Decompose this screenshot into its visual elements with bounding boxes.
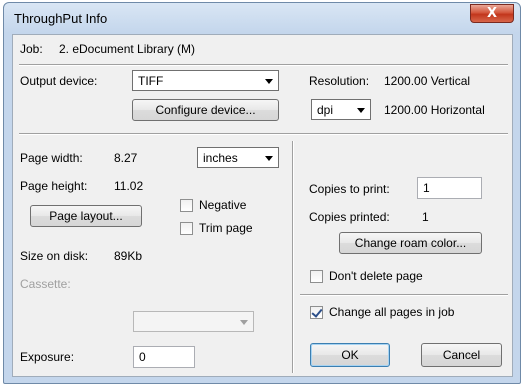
resolution-vertical: 1200.00 Vertical bbox=[384, 74, 471, 88]
size-on-disk-value: 89Kb bbox=[114, 249, 143, 263]
resolution-unit-select[interactable]: dpi bbox=[311, 99, 371, 120]
separator-middle bbox=[19, 133, 508, 135]
chevron-down-icon bbox=[265, 156, 273, 161]
separator-top bbox=[19, 64, 508, 66]
close-icon: X bbox=[486, 6, 498, 21]
copies-to-print-value: 1 bbox=[423, 181, 430, 195]
dialog-body: Job: 2. eDocument Library (M) Output dev… bbox=[12, 34, 513, 377]
window-title: ThroughPut Info bbox=[14, 11, 108, 26]
chevron-down-icon bbox=[357, 108, 365, 113]
configure-device-label: Configure device... bbox=[155, 103, 256, 117]
output-device-label: Output device: bbox=[20, 74, 98, 88]
cassette-label: Cassette: bbox=[20, 277, 71, 291]
exposure-input[interactable]: 0 bbox=[133, 346, 195, 368]
trim-page-label[interactable]: Trim page bbox=[199, 221, 253, 235]
copies-to-print-label: Copies to print: bbox=[309, 182, 390, 196]
exposure-value: 0 bbox=[139, 350, 146, 364]
exposure-label: Exposure: bbox=[20, 350, 75, 364]
throughput-info-dialog: ThroughPut Info X Job: 2. eDocument Libr… bbox=[3, 2, 521, 384]
output-device-value: TIFF bbox=[138, 74, 164, 88]
dont-delete-page-checkbox[interactable] bbox=[310, 270, 323, 283]
title-bar[interactable]: ThroughPut Info X bbox=[4, 3, 520, 33]
change-roam-color-button[interactable]: Change roam color... bbox=[339, 232, 482, 254]
copies-printed-label: Copies printed: bbox=[309, 210, 390, 224]
output-device-select[interactable]: TIFF bbox=[132, 70, 279, 91]
resolution-label: Resolution: bbox=[309, 74, 370, 88]
ok-label: OK bbox=[341, 348, 359, 362]
chevron-down-icon bbox=[265, 79, 273, 84]
dont-delete-page-label[interactable]: Don't delete page bbox=[329, 269, 423, 283]
job-value: 2. eDocument Library (M) bbox=[59, 42, 196, 56]
page-width-label: Page width: bbox=[20, 151, 83, 165]
resolution-horizontal: 1200.00 Horizontal bbox=[384, 103, 485, 117]
copies-printed-value: 1 bbox=[422, 210, 429, 224]
size-on-disk-label: Size on disk: bbox=[20, 249, 89, 263]
change-roam-color-label: Change roam color... bbox=[354, 236, 467, 250]
negative-checkbox[interactable] bbox=[180, 199, 193, 212]
page-layout-label: Page layout... bbox=[49, 209, 123, 223]
separator-right bbox=[300, 294, 508, 296]
separator-vertical bbox=[292, 141, 294, 373]
negative-label[interactable]: Negative bbox=[199, 198, 246, 212]
page-height-value: 11.02 bbox=[114, 179, 144, 193]
change-all-pages-label[interactable]: Change all pages in job bbox=[329, 305, 454, 319]
job-label: Job: bbox=[20, 42, 43, 56]
configure-device-button[interactable]: Configure device... bbox=[132, 99, 279, 121]
cancel-button[interactable]: Cancel bbox=[421, 343, 502, 367]
page-height-label: Page height: bbox=[20, 179, 88, 193]
page-width-value: 8.27 bbox=[114, 151, 138, 165]
cancel-label: Cancel bbox=[442, 348, 481, 362]
page-unit-select[interactable]: inches bbox=[197, 147, 279, 168]
chevron-down-icon bbox=[240, 320, 248, 325]
copies-to-print-input[interactable]: 1 bbox=[417, 177, 482, 199]
page-layout-button[interactable]: Page layout... bbox=[30, 205, 142, 227]
page-unit-value: inches bbox=[203, 151, 238, 165]
close-button[interactable]: X bbox=[470, 4, 514, 23]
resolution-unit-value: dpi bbox=[317, 103, 334, 117]
change-all-pages-checkbox[interactable] bbox=[310, 306, 323, 319]
trim-page-checkbox[interactable] bbox=[180, 222, 193, 235]
cassette-select bbox=[133, 311, 254, 332]
ok-button[interactable]: OK bbox=[310, 343, 390, 367]
